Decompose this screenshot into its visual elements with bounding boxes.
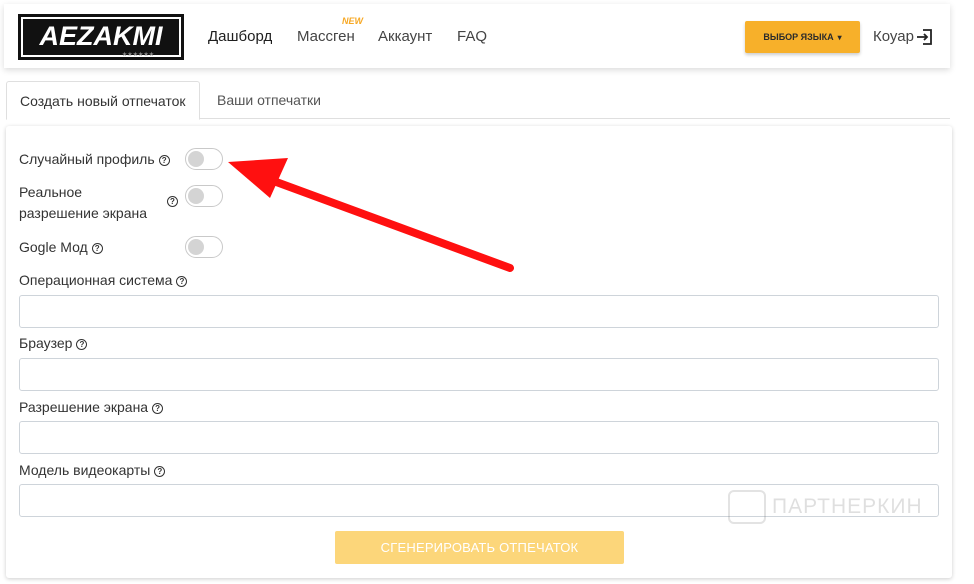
generate-fingerprint-button[interactable]: СГЕНЕРИРОВАТЬ ОТПЕЧАТОК <box>335 531 624 564</box>
nav-faq[interactable]: FAQ <box>457 28 487 45</box>
nav-dashboard[interactable]: Дашборд <box>208 28 272 45</box>
caret-down-icon: ▾ <box>837 32 842 42</box>
google-mode-toggle[interactable] <box>185 236 223 258</box>
new-badge: NEW <box>342 16 363 26</box>
help-icon[interactable]: ? <box>76 339 88 350</box>
real-resolution-toggle[interactable] <box>185 185 223 207</box>
logo-text: AEZAKMI <box>39 21 163 51</box>
help-icon[interactable]: ? <box>154 466 166 477</box>
tab-bar: Создать новый отпечаток Ваши отпечатки <box>6 81 950 120</box>
browser-label: Браузер? <box>19 333 88 354</box>
tab-your-fingerprints[interactable]: Ваши отпечатки <box>204 81 334 119</box>
browser-select[interactable] <box>19 358 939 391</box>
user-name[interactable]: Коуар <box>873 28 914 45</box>
language-button-label: ВЫБОР ЯЗЫКА <box>763 32 834 42</box>
help-icon[interactable]: ? <box>152 403 164 414</box>
nav-account[interactable]: Аккаунт <box>378 28 432 45</box>
random-profile-toggle[interactable] <box>185 148 223 170</box>
help-icon[interactable]: ? <box>158 155 170 166</box>
os-label: Операционная система? <box>19 270 188 291</box>
gpu-label: Модель видеокарты? <box>19 460 166 481</box>
help-icon[interactable]: ? <box>91 243 103 254</box>
help-icon[interactable]: ? <box>167 196 178 207</box>
help-icon[interactable]: ? <box>176 276 188 287</box>
real-resolution-label-line1: Реальное <box>19 184 83 200</box>
google-mode-label: Gogle Мод? <box>19 237 103 258</box>
nav-massgen[interactable]: Массген <box>297 28 355 45</box>
logo-stars: ★★★★★★ <box>122 51 154 58</box>
top-navbar: AEZAKMI ★★★★★★ Дашборд Массген NEW Аккау… <box>4 4 950 68</box>
watermark-text: ПАРТНЕРКИН <box>772 495 923 518</box>
random-profile-label: Случайный профиль? <box>19 149 170 170</box>
watermark-logo-icon <box>728 490 766 524</box>
language-select-button[interactable]: ВЫБОР ЯЗЫКА ▾ <box>745 21 860 53</box>
watermark: ПАРТНЕРКИН <box>728 490 923 524</box>
tab-create-fingerprint[interactable]: Создать новый отпечаток <box>6 81 200 120</box>
resolution-label: Разрешение экрана? <box>19 397 164 418</box>
os-select[interactable] <box>19 295 939 328</box>
logout-icon[interactable] <box>916 28 934 46</box>
annotation-arrow-icon <box>228 158 514 272</box>
aezakmi-logo[interactable]: AEZAKMI ★★★★★★ <box>18 14 184 60</box>
real-resolution-label-line2: разрешение экрана <box>19 205 148 221</box>
resolution-select[interactable] <box>19 421 939 454</box>
